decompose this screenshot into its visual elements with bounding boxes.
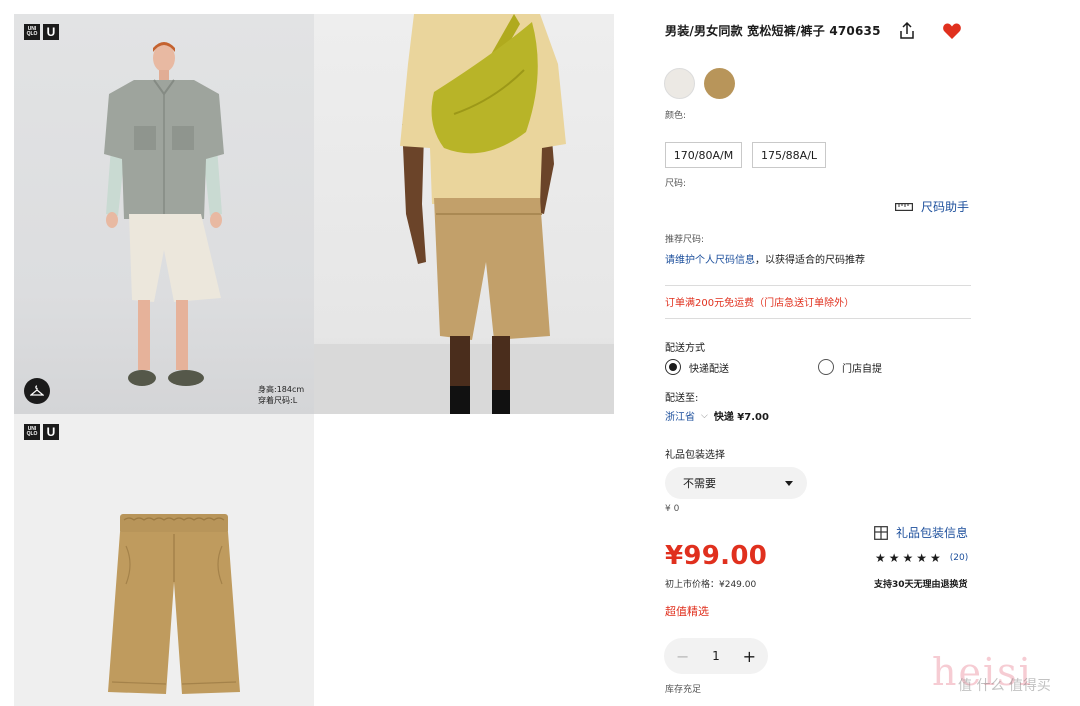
divider — [665, 285, 971, 286]
recommend-size-text: 请维护个人尺码信息，以获得适合的尺码推荐 — [665, 251, 865, 266]
gift-wrap-select[interactable]: 不需要 — [665, 467, 807, 499]
share-icon — [900, 21, 914, 39]
heart-icon — [943, 23, 961, 39]
size-option-l[interactable]: 175/88A/L — [752, 142, 826, 168]
ruler-icon — [895, 202, 913, 211]
share-button[interactable] — [898, 21, 916, 41]
chevron-down-icon[interactable]: ⌵ — [701, 411, 708, 421]
size-helper-link[interactable]: 尺码助手 — [895, 198, 969, 215]
shipping-fee: 快递 ¥7.00 — [713, 412, 769, 423]
gift-box-icon — [874, 525, 888, 540]
radio-selected[interactable] — [665, 359, 681, 375]
gift-wrap-info-label: 礼品包装信息 — [896, 526, 969, 540]
product-image-model-walk[interactable] — [314, 14, 614, 414]
recommend-size-label: 推荐尺码: — [665, 235, 705, 245]
quantity-stepper[interactable]: − 1 + — [664, 638, 768, 674]
watermark-sub: 值 什么 值得买 — [958, 678, 1051, 694]
caret-down-icon — [785, 480, 793, 486]
delivery-address-row: 浙江省 ⌵ 快递 ¥7.00 — [665, 408, 769, 424]
return-policy: 支持30天无理由退换货 — [874, 580, 968, 590]
province-select[interactable]: 浙江省 — [665, 408, 695, 423]
quantity-decrease-button[interactable]: − — [676, 647, 689, 666]
recommend-size-suffix: ，以获得适合的尺码推荐 — [755, 255, 865, 266]
favorite-button[interactable] — [942, 22, 962, 40]
free-shipping-promo: 订单满200元免运费（门店急送订单除外） — [665, 298, 855, 309]
radio-unselected[interactable] — [818, 359, 834, 375]
quantity-value[interactable]: 1 — [712, 649, 720, 663]
rating[interactable]: ★★★★★ (20) — [875, 551, 968, 565]
delivery-option-pickup[interactable]: 门店自提 — [818, 359, 882, 375]
quantity-increase-button[interactable]: + — [743, 647, 756, 666]
maintain-size-info-link[interactable]: 请维护个人尺码信息 — [665, 255, 755, 266]
size-option-m[interactable]: 170/80A/M — [665, 142, 742, 168]
product-image-flat[interactable]: UNI QLO U — [14, 414, 314, 706]
sale-price: ¥99.00 — [665, 541, 768, 571]
rating-stars: ★★★★★ — [875, 551, 944, 565]
color-swatch-khaki[interactable] — [704, 68, 735, 99]
review-count-link[interactable]: (20) — [950, 553, 968, 563]
hanger-icon — [30, 385, 44, 396]
model-info: 身高:184cm 穿着尺码:L — [258, 384, 304, 406]
gift-wrap-price: ¥ 0 — [665, 504, 680, 514]
gift-wrap-selected: 不需要 — [683, 477, 716, 490]
gift-wrap-title: 礼品包装选择 — [665, 450, 725, 461]
divider — [665, 318, 971, 319]
color-label: 颜色: — [665, 111, 687, 121]
product-title: 男装/男女同款 宽松短裤/裤子 470635 — [665, 24, 881, 38]
original-price: 初上市价格：¥249.00 — [665, 580, 757, 590]
runway-illustration — [314, 14, 614, 414]
model-illustration — [104, 42, 224, 386]
model-height: 身高:184cm — [258, 385, 305, 394]
size-helper-label: 尺码助手 — [921, 200, 970, 214]
stock-status: 库存充足 — [665, 685, 702, 695]
deal-badge: 超值精选 — [665, 605, 709, 618]
shorts-illustration — [108, 514, 240, 694]
color-swatch-offwhite[interactable] — [664, 68, 695, 99]
size-label: 尺码: — [665, 179, 687, 189]
product-image-model-front[interactable]: UNI QLO U 身高:184cm 穿着尺码:L — [14, 14, 314, 414]
delivery-method-title: 配送方式 — [665, 343, 705, 354]
model-size: 穿着尺码:L — [258, 396, 298, 405]
gift-wrap-info-link[interactable]: 礼品包装信息 — [874, 524, 968, 541]
try-on-hanger-button[interactable] — [24, 378, 50, 404]
delivery-option-express[interactable]: 快递配送 — [665, 359, 729, 375]
deliver-to-label: 配送至: — [665, 393, 699, 404]
